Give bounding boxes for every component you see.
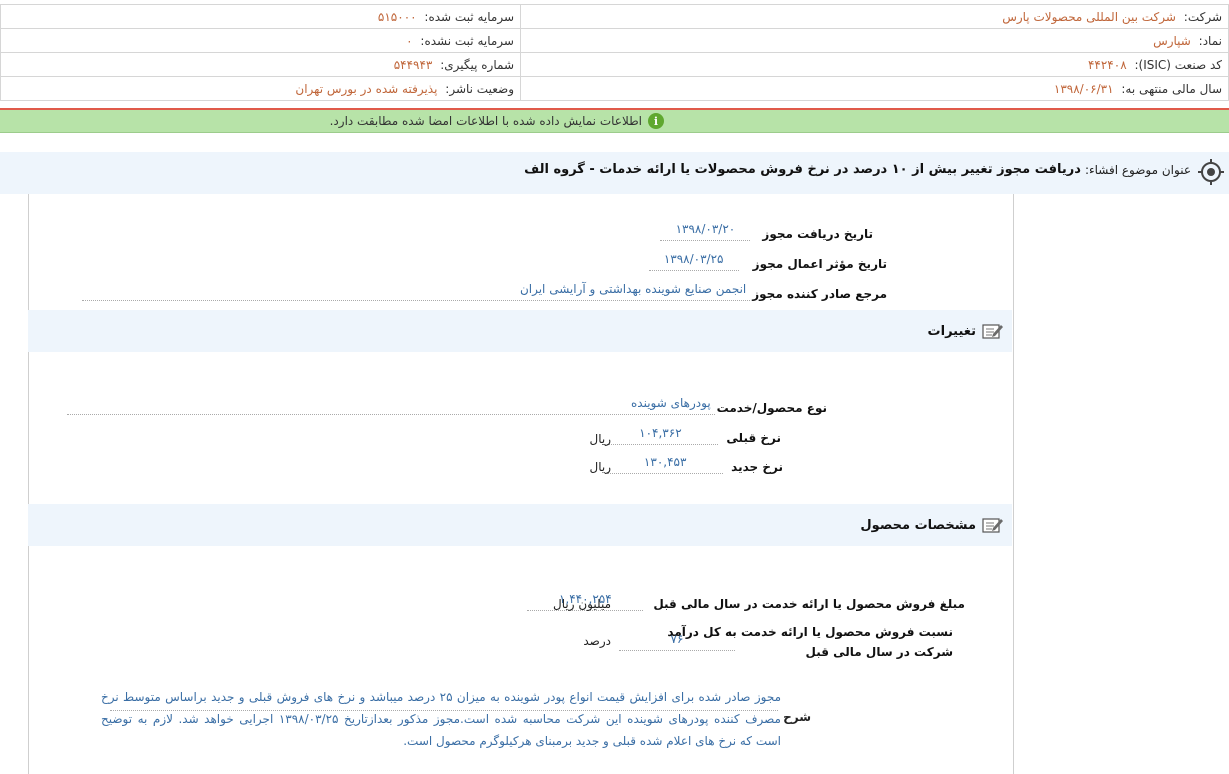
effective-date-value: ۱۳۹۸/۰۳/۲۵ xyxy=(648,252,739,271)
tracking-label: شماره پیگیری: xyxy=(440,57,514,72)
product-heading: مشخصات محصول xyxy=(860,517,976,533)
symbol-value[interactable]: شپارس xyxy=(1153,34,1191,48)
publisher-status-value: پذیرفته شده در بورس تهران xyxy=(295,81,438,96)
changes-section-header: تغییرات xyxy=(28,310,1012,352)
tracking-value: ۵۴۴۹۴۳ xyxy=(393,57,433,72)
receive-date-value: ۱۳۹۸/۰۳/۲۰ xyxy=(660,222,751,241)
changes-heading-wrap: تغییرات xyxy=(928,322,1004,340)
old-rate-label: نرخ قبلی xyxy=(726,431,781,445)
ratio-unit: درصد xyxy=(583,634,611,648)
company-label: شرکت: xyxy=(1183,9,1222,24)
registered-capital-label: سرمایه ثبت شده: xyxy=(424,9,514,24)
description-text: مجوز صادر شده برای افزایش قیمت انواع پود… xyxy=(101,690,781,748)
disclosure-title-text: دریافت مجوز تغییر بیش از ۱۰ درصد در نرخ … xyxy=(524,162,1081,177)
verification-message-wrap: i اطلاعات نمایش داده شده با اطلاعات امضا… xyxy=(330,113,664,129)
target-icon xyxy=(1198,159,1224,185)
publisher-status-cell: وضعیت ناشر: پذیرفته شده در بورس تهران xyxy=(0,76,521,101)
new-rate-row: نرخ جدید ۱۳۰,۴۵۳ xyxy=(607,455,783,474)
ratio-value: ۷۶ xyxy=(619,632,735,651)
old-rate-unit: ریال xyxy=(589,432,611,446)
disclosure-title-label: عنوان موضوع افشاء: xyxy=(1084,162,1191,177)
receive-date-row: تاریخ دریافت مجوز ۱۳۹۸/۰۳/۲۰ xyxy=(660,222,873,241)
issuer-row: مرجع صادر کننده مجوز انجمن صنایع شوینده … xyxy=(82,282,887,301)
product-section-header: مشخصات محصول xyxy=(28,504,1012,546)
old-rate-row: نرخ قبلی ۱۰۴,۳۶۲ xyxy=(602,426,781,445)
unregistered-capital-cell: سرمایه ثبت نشده: ۰ xyxy=(0,28,521,53)
description-label: شرح xyxy=(783,710,811,724)
issuer-label: مرجع صادر کننده مجوز xyxy=(752,287,887,301)
tracking-cell: شماره پیگیری: ۵۴۴۹۴۳ xyxy=(0,52,521,77)
effective-date-row: تاریخ مؤثر اعمال مجوز ۱۳۹۸/۰۳/۲۵ xyxy=(648,252,887,271)
receive-date-label: تاریخ دریافت مجوز xyxy=(762,227,873,241)
symbol-cell: نماد: شپارس xyxy=(520,28,1229,53)
product-type-row: نوع محصول/خدمت پودرهای شوینده xyxy=(66,396,827,415)
unregistered-capital-label: سرمایه ثبت نشده: xyxy=(420,33,514,48)
changes-heading: تغییرات xyxy=(927,323,976,339)
company-cell: شرکت: شرکت بین المللی محصولات پارس xyxy=(520,4,1229,29)
company-value[interactable]: شرکت بین المللی محصولات پارس xyxy=(1002,10,1176,24)
product-heading-wrap: مشخصات محصول xyxy=(860,516,1004,534)
fiscal-year-label: سال مالی منتهی به: xyxy=(1121,81,1222,96)
effective-date-label: تاریخ مؤثر اعمال مجوز xyxy=(752,257,887,271)
new-rate-value: ۱۳۰,۴۵۳ xyxy=(607,455,724,474)
info-icon: i xyxy=(648,113,664,129)
disclosure-title: عنوان موضوع افشاء: دریافت مجوز تغییر بیش… xyxy=(524,162,1191,177)
fiscal-year-cell: سال مالی منتهی به: ۱۳۹۸/۰۶/۳۱ xyxy=(520,76,1229,101)
unregistered-capital-value: ۰ xyxy=(406,33,413,48)
product-type-value: پودرهای شوینده xyxy=(66,396,715,415)
sales-label: مبلغ فروش محصول یا ارائه خدمت در سال مال… xyxy=(653,597,965,611)
issuer-value: انجمن صنایع شوینده بهداشتی و آرایشی ایرا… xyxy=(82,282,751,301)
isic-label: کد صنعت (ISIC): xyxy=(1134,57,1222,72)
symbol-label: نماد: xyxy=(1198,33,1222,48)
new-rate-unit: ریال xyxy=(589,460,611,474)
product-type-label: نوع محصول/خدمت xyxy=(716,401,827,415)
edit-icon xyxy=(982,324,1003,339)
header-info-table: شرکت: شرکت بین المللی محصولات پارس سرمای… xyxy=(0,4,1229,101)
new-rate-label: نرخ جدید xyxy=(731,460,783,474)
isic-value: ۴۴۲۴۰۸ xyxy=(1087,57,1127,72)
sales-unit: میلیون ریال xyxy=(553,597,611,611)
old-rate-value: ۱۰۴,۳۶۲ xyxy=(602,426,719,445)
fiscal-year-value: ۱۳۹۸/۰۶/۳۱ xyxy=(1053,81,1114,96)
isic-cell: کد صنعت (ISIC): ۴۴۲۴۰۸ xyxy=(520,52,1229,77)
disclosure-title-bar: عنوان موضوع افشاء: دریافت مجوز تغییر بیش… xyxy=(0,152,1229,194)
verification-message: اطلاعات نمایش داده شده با اطلاعات امضا ش… xyxy=(329,114,642,128)
registered-capital-cell: سرمایه ثبت شده: ۵۱۵۰۰۰ xyxy=(0,4,521,29)
publisher-status-label: وضعیت ناشر: xyxy=(445,81,514,96)
verification-notice: i اطلاعات نمایش داده شده با اطلاعات امضا… xyxy=(0,110,1229,133)
registered-capital-value: ۵۱۵۰۰۰ xyxy=(377,9,417,24)
edit-icon xyxy=(982,518,1003,533)
